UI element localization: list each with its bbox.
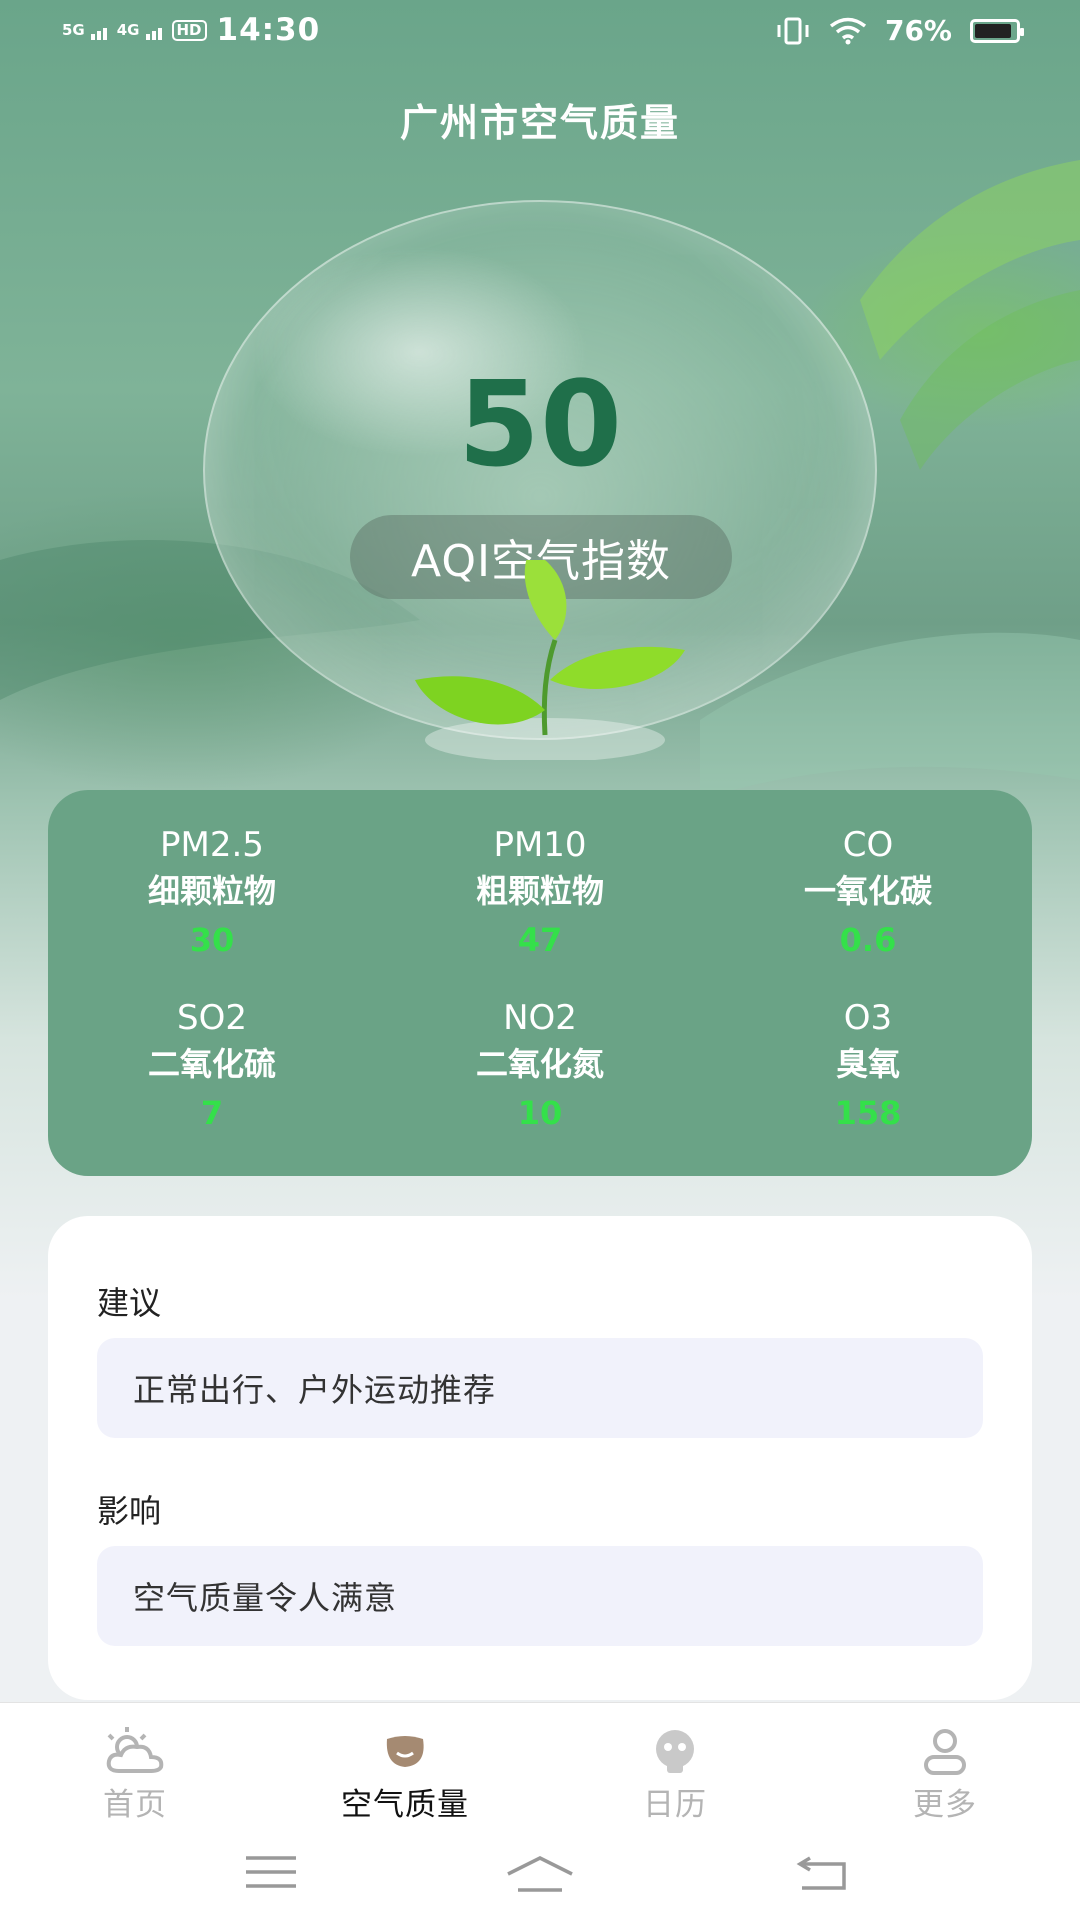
- tab-label: 首页: [103, 1787, 167, 1823]
- suggest-text: 正常出行、户外运动推荐: [133, 1371, 497, 1409]
- back-icon[interactable]: [796, 1854, 850, 1892]
- battery-percent: 76%: [884, 14, 952, 47]
- tab-label: 日历: [643, 1787, 707, 1823]
- pollutant-name: 粗颗粒物: [475, 872, 604, 910]
- suggest-box: 正常出行、户外运动推荐: [97, 1338, 983, 1438]
- pollutant-pm25: PM2.5 细颗粒物 30: [48, 810, 376, 983]
- pollutant-name: 一氧化碳: [803, 872, 932, 910]
- pollutant-co: CO 一氧化碳 0.6: [704, 810, 1032, 983]
- page-title: 广州市空气质量: [399, 101, 680, 145]
- tab-label: 更多: [913, 1787, 977, 1823]
- tab-home[interactable]: 首页: [45, 1727, 225, 1824]
- pollutant-o3: O3 臭氧 158: [704, 983, 1032, 1156]
- pollutant-name: 臭氧: [835, 1045, 900, 1083]
- hd-icon: HD: [171, 19, 207, 41]
- menu-icon[interactable]: [244, 1854, 298, 1890]
- sprout-icon: [415, 560, 685, 760]
- system-nav-bar: [0, 1826, 1080, 1920]
- pollutant-code: PM10: [493, 825, 587, 865]
- pollutant-value: 30: [189, 921, 235, 959]
- pollutant-code: O3: [843, 998, 893, 1038]
- battery-icon: [970, 18, 1024, 43]
- pollutant-code: PM2.5: [160, 825, 264, 865]
- impact-text: 空气质量令人满意: [133, 1579, 398, 1617]
- calendar-icon: [656, 1730, 694, 1773]
- home-icon[interactable]: [504, 1854, 576, 1894]
- weather-icon: [106, 1727, 164, 1773]
- air-quality-icon: [386, 1736, 424, 1767]
- advice-card: 建议 正常出行、户外运动推荐 影响 空气质量令人满意: [48, 1216, 1032, 1700]
- pollutant-panel: PM2.5 细颗粒物 30 PM10 粗颗粒物 47 CO 一氧化碳 0.6 S…: [48, 790, 1032, 1176]
- signal-5g-icon: 5G: [62, 22, 107, 40]
- status-bar: 5G 4G HD 14:30 76%: [0, 0, 1080, 66]
- pollutant-code: SO2: [177, 998, 247, 1038]
- pollutant-so2: SO2 二氧化硫 7: [48, 983, 376, 1156]
- wifi-icon: [829, 17, 867, 44]
- tab-air-quality[interactable]: 空气质量: [315, 1727, 495, 1824]
- pollutant-value: 7: [200, 1094, 224, 1132]
- pollutant-no2: NO2 二氧化氮 10: [376, 983, 704, 1156]
- pollutant-value: 0.6: [839, 921, 897, 959]
- pollutant-value: 158: [834, 1094, 902, 1132]
- pollutant-value: 47: [517, 921, 563, 959]
- tab-label: 空气质量: [341, 1787, 469, 1823]
- pollutant-code: CO: [842, 825, 894, 865]
- suggest-label: 建议: [97, 1284, 162, 1322]
- vibrate-icon: [777, 17, 809, 44]
- pollutant-value: 10: [517, 1094, 563, 1132]
- pollutant-name: 细颗粒物: [147, 872, 276, 910]
- status-time: 14:30: [216, 12, 321, 48]
- aqi-value: 50: [457, 355, 623, 493]
- pollutant-name: 二氧化硫: [147, 1045, 276, 1083]
- pollutant-code: NO2: [503, 998, 577, 1038]
- signal-4g-icon: 4G: [117, 22, 162, 40]
- tab-calendar[interactable]: 日历: [585, 1727, 765, 1824]
- pollutant-pm10: PM10 粗颗粒物 47: [376, 810, 704, 983]
- person-icon: [924, 1729, 966, 1775]
- tab-more[interactable]: 更多: [855, 1727, 1035, 1824]
- impact-box: 空气质量令人满意: [97, 1546, 983, 1646]
- impact-label: 影响: [97, 1492, 162, 1530]
- tab-bar: 首页 空气质量 日历 更多: [0, 1702, 1080, 1826]
- pollutant-name: 二氧化氮: [475, 1045, 604, 1083]
